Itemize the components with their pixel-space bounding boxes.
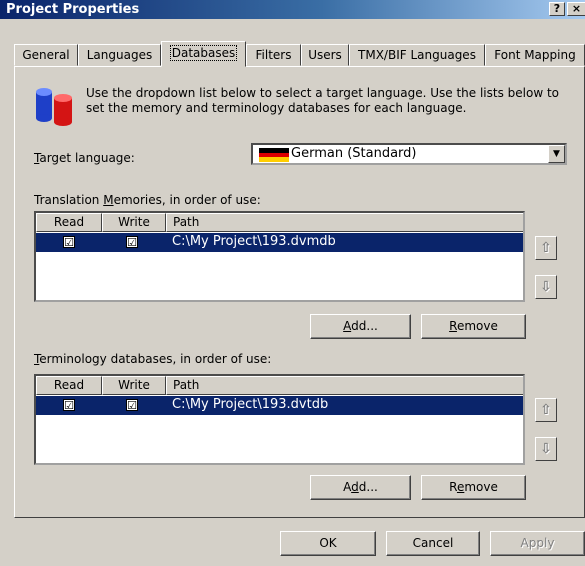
column-header-read[interactable]: Read [36,376,102,395]
term-path: C:\My Project\193.dvtdb [172,397,329,412]
tab-databases-label: Databases [169,45,238,61]
term-move-down-button[interactable]: ⇩ [535,437,557,461]
intro-text: Use the dropdown list below to select a … [86,86,560,115]
column-header-path[interactable]: Path [166,376,523,395]
term-list[interactable]: Read Write Path ☑ ☑ C:\My Project\193.dv… [34,374,525,465]
tm-path: C:\My Project\193.dvmdb [172,234,336,249]
tm-remove-button[interactable]: Remove [421,314,526,339]
tab-tmx-bif-languages[interactable]: TMX/BIF Languages [349,44,485,66]
tm-section-label: Translation Memories, in order of use: [34,193,261,207]
tab-filters[interactable]: Filters [246,44,301,66]
ok-button[interactable]: OK [280,531,376,556]
column-header-write[interactable]: Write [102,213,166,232]
term-list-header: Read Write Path [36,376,523,395]
database-icon [36,88,72,126]
term-row[interactable]: ☑ ☑ C:\My Project\193.dvtdb [36,396,523,415]
term-section-label: Terminology databases, in order of use: [34,352,272,366]
target-language-value: German (Standard) [291,146,417,161]
cancel-button[interactable]: Cancel [386,531,480,556]
write-checkbox[interactable]: ☑ [126,399,138,412]
term-add-button[interactable]: Add... [310,475,411,500]
tab-general[interactable]: General [14,44,78,66]
title-bar: Project Properties ? × [0,0,585,19]
close-button[interactable]: × [567,2,585,16]
tm-move-up-button[interactable]: ⇧ [535,236,557,260]
tm-list[interactable]: Read Write Path ☑ ☑ C:\My Project\193.dv… [34,211,525,302]
tm-add-button[interactable]: Add... [310,314,411,339]
column-header-write[interactable]: Write [102,376,166,395]
target-language-select[interactable]: German (Standard) ▼ [251,143,567,165]
apply-button[interactable]: Apply [490,531,585,556]
tm-row[interactable]: ☑ ☑ C:\My Project\193.dvmdb [36,233,523,252]
term-move-up-button[interactable]: ⇧ [535,398,557,422]
dropdown-arrow-icon[interactable]: ▼ [548,145,565,163]
tm-list-header: Read Write Path [36,213,523,232]
tab-databases[interactable]: Databases [161,41,246,67]
germany-flag-icon [259,148,289,162]
help-button[interactable]: ? [549,2,565,16]
term-remove-button[interactable]: Remove [421,475,526,500]
read-checkbox[interactable]: ☑ [63,236,75,249]
window-title: Project Properties [6,2,140,17]
column-header-path[interactable]: Path [166,213,523,232]
write-checkbox[interactable]: ☑ [126,236,138,249]
target-language-label: Target language: [34,151,135,165]
column-header-read[interactable]: Read [36,213,102,232]
tab-font-mapping[interactable]: Font Mapping [485,44,585,66]
read-checkbox[interactable]: ☑ [63,399,75,412]
tab-users[interactable]: Users [301,44,349,66]
tm-move-down-button[interactable]: ⇩ [535,275,557,299]
tab-languages[interactable]: Languages [78,44,161,66]
